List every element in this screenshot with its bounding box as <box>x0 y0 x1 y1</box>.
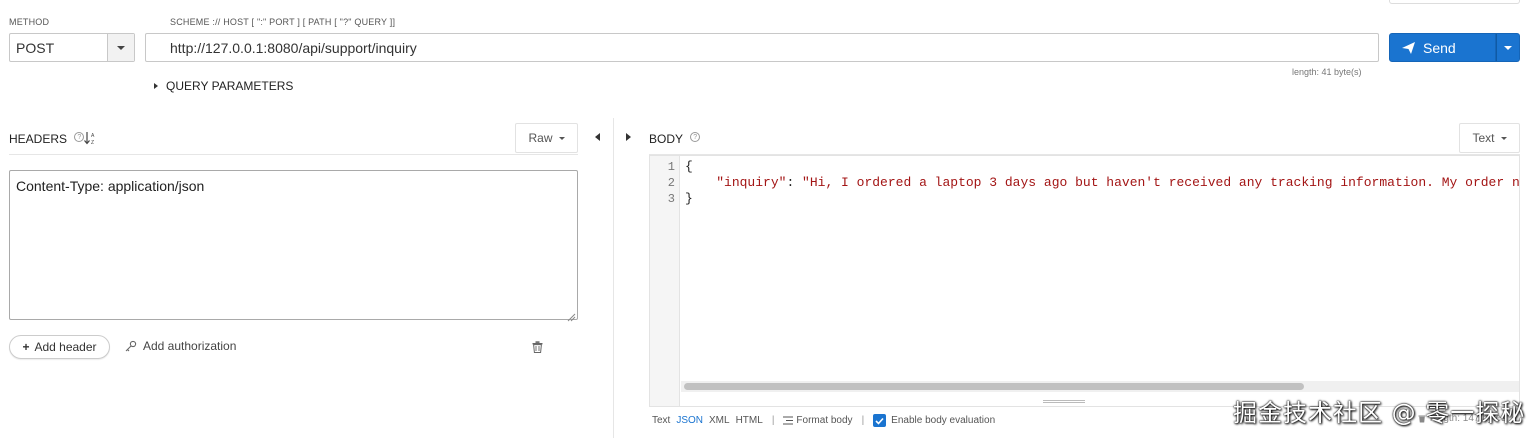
send-label: Send <box>1423 39 1456 56</box>
svg-text:A: A <box>91 133 95 139</box>
add-authorization-label: Add authorization <box>143 339 237 353</box>
editor-resize-grip[interactable] <box>1043 402 1085 403</box>
headers-textarea[interactable]: Content-Type: application/json <box>9 170 578 320</box>
help-icon[interactable]: ? <box>74 132 85 142</box>
collapse-right-icon[interactable] <box>626 133 631 141</box>
add-header-button[interactable]: + Add header <box>9 335 110 359</box>
url-format-label: SCHEME :// HOST [ ":" PORT ] [ PATH [ "?… <box>170 17 396 27</box>
json-string-value: "Hi, I ordered a laptop 3 days ago but h… <box>802 175 1520 190</box>
headers-title: HEADERS <box>9 132 68 146</box>
method-value: POST <box>16 40 55 56</box>
body-mode-dropdown[interactable]: Text <box>1459 123 1520 153</box>
chevron-down-icon <box>117 45 125 50</box>
svg-text:Z: Z <box>91 140 94 145</box>
top-right-button-fragment[interactable] <box>1389 0 1520 4</box>
code-line-1: { <box>685 159 693 174</box>
scrollbar-thumb[interactable] <box>684 383 1304 390</box>
enable-eval-label: Enable body evaluation <box>891 415 996 426</box>
query-parameters-label: QUERY PARAMETERS <box>166 79 294 93</box>
separator: | <box>861 415 865 426</box>
body-editor[interactable]: 1 2 3 { "inquiry": "Hi, I ordered a lapt… <box>649 155 1520 407</box>
format-body-button[interactable]: Format body <box>783 415 853 426</box>
watermark: 掘金技术社区 @ 零一探秘 <box>1233 399 1526 427</box>
enable-eval-toggle[interactable]: Enable body evaluation <box>873 414 995 427</box>
headers-mode-dropdown[interactable]: Raw <box>515 123 578 153</box>
help-icon[interactable]: ? <box>690 132 701 142</box>
add-header-label: Add header <box>34 340 97 354</box>
send-button[interactable]: Send <box>1389 33 1496 62</box>
expand-arrow-icon <box>154 83 158 89</box>
method-select[interactable]: POST <box>9 33 135 62</box>
body-mode-label: Text <box>1472 131 1495 145</box>
collapse-left-icon[interactable] <box>595 133 600 141</box>
send-icon <box>1402 41 1415 54</box>
separator: | <box>771 415 775 426</box>
send-options-button[interactable] <box>1496 33 1520 62</box>
line-number: 3 <box>667 192 675 206</box>
method-label: METHOD <box>9 17 50 27</box>
chevron-down-icon <box>558 136 565 140</box>
resize-grip-icon[interactable] <box>567 309 576 327</box>
panel-divider <box>613 118 614 438</box>
json-colon: : <box>786 175 803 190</box>
chevron-down-icon <box>1500 136 1507 140</box>
method-dropdown-toggle[interactable] <box>107 34 134 61</box>
sort-alpha-icon[interactable]: A Z <box>84 131 96 150</box>
key-icon <box>125 340 137 352</box>
chevron-down-icon <box>1504 45 1512 50</box>
checkbox-checked-icon[interactable] <box>873 414 887 427</box>
body-title: BODY <box>649 132 683 146</box>
line-gutter: 1 2 3 <box>650 156 680 406</box>
format-body-label: Format body <box>796 415 853 426</box>
url-input[interactable] <box>145 33 1379 62</box>
trash-icon[interactable] <box>532 340 543 358</box>
headers-divider <box>9 154 578 155</box>
format-tab-json[interactable]: JSON <box>676 415 703 426</box>
body-title-group: BODY ? <box>649 132 701 146</box>
format-lines-icon <box>783 416 794 425</box>
code-line-3: } <box>685 191 693 206</box>
horizontal-scrollbar[interactable] <box>681 381 1519 392</box>
editor-resize-grip[interactable] <box>1043 400 1085 401</box>
format-tab-text[interactable]: Text <box>652 415 670 426</box>
url-length: length: 41 byte(s) <box>1292 67 1362 77</box>
line-number: 2 <box>667 176 675 190</box>
format-tab-xml[interactable]: XML <box>709 415 730 426</box>
add-authorization-link[interactable]: Add authorization <box>125 339 236 353</box>
body-toolbar: Text JSON XML HTML | Format body | Enabl… <box>652 414 995 427</box>
format-tab-html[interactable]: HTML <box>736 415 763 426</box>
line-number: 1 <box>667 160 675 174</box>
query-parameters-toggle[interactable]: QUERY PARAMETERS <box>154 79 293 93</box>
headers-mode-label: Raw <box>528 131 553 145</box>
headers-title-group: HEADERS ? <box>9 132 85 146</box>
code-line-2: "inquiry": "Hi, I ordered a laptop 3 day… <box>685 175 1520 190</box>
plus-icon: + <box>22 340 30 354</box>
json-key: "inquiry" <box>716 175 787 190</box>
